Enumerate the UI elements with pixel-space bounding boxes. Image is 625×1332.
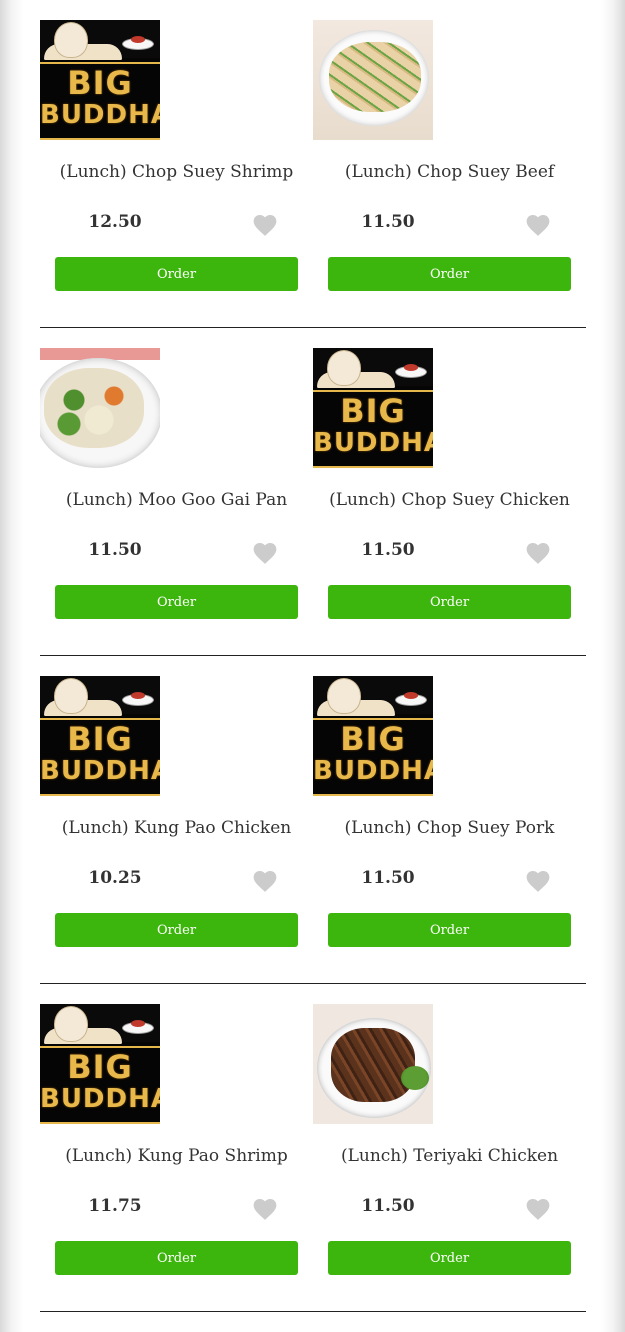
logo-text: BIG bbox=[340, 720, 406, 758]
item-image[interactable]: BIG BUDDHA bbox=[40, 20, 160, 140]
heart-icon[interactable] bbox=[525, 869, 551, 893]
heart-icon[interactable] bbox=[525, 541, 551, 565]
logo-text: BUDDHA bbox=[313, 428, 433, 458]
logo-text: BIG bbox=[340, 392, 406, 430]
order-button[interactable]: Order bbox=[328, 1241, 571, 1275]
item-price: 11.50 bbox=[361, 212, 415, 232]
menu-item-card: BIG BUDDHA (Lunch) Chop Suey Shrimp 12.5… bbox=[40, 20, 313, 310]
logo-text: BUDDHA bbox=[40, 100, 160, 130]
vegetable-chicken-photo bbox=[40, 348, 160, 468]
item-image[interactable] bbox=[313, 1004, 433, 1124]
heart-icon[interactable] bbox=[252, 541, 278, 565]
logo-text: BUDDHA bbox=[40, 1084, 160, 1114]
menu-item-card: (Lunch) Chop Suey Beef 11.50 Order bbox=[313, 20, 586, 310]
teriyaki-chicken-photo bbox=[313, 1004, 433, 1124]
heart-icon[interactable] bbox=[252, 1197, 278, 1221]
item-image[interactable]: BIG BUDDHA bbox=[40, 676, 160, 796]
heart-icon[interactable] bbox=[252, 869, 278, 893]
item-title[interactable]: (Lunch) Chop Suey Pork bbox=[313, 816, 586, 840]
item-title[interactable]: (Lunch) Kung Pao Chicken bbox=[40, 816, 313, 840]
menu-item-card: BIG BUDDHA (Lunch) Kung Pao Chicken 10.2… bbox=[40, 676, 313, 966]
item-price: 11.50 bbox=[88, 540, 142, 560]
item-price: 11.50 bbox=[361, 1196, 415, 1216]
big-buddha-logo: BIG BUDDHA bbox=[40, 1004, 160, 1124]
order-button[interactable]: Order bbox=[55, 257, 298, 291]
logo-text: BUDDHA bbox=[313, 756, 433, 786]
item-image[interactable] bbox=[40, 348, 160, 468]
item-title[interactable]: (Lunch) Kung Pao Shrimp bbox=[40, 1144, 313, 1168]
menu-row: BIG BUDDHA (Lunch) Kung Pao Shrimp 11.75… bbox=[40, 1004, 586, 1312]
item-title[interactable]: (Lunch) Chop Suey Chicken bbox=[313, 488, 586, 512]
order-button[interactable]: Order bbox=[328, 913, 571, 947]
logo-text: BIG bbox=[67, 1048, 133, 1086]
item-price: 10.25 bbox=[88, 868, 142, 888]
logo-text: BUDDHA bbox=[40, 756, 160, 786]
item-title[interactable]: (Lunch) Chop Suey Shrimp bbox=[40, 160, 313, 184]
order-button[interactable]: Order bbox=[55, 913, 298, 947]
logo-text: BIG bbox=[67, 64, 133, 102]
item-image[interactable]: BIG BUDDHA bbox=[313, 348, 433, 468]
item-title[interactable]: (Lunch) Chop Suey Beef bbox=[313, 160, 586, 184]
item-price: 11.50 bbox=[361, 868, 415, 888]
order-button[interactable]: Order bbox=[328, 257, 571, 291]
big-buddha-logo: BIG BUDDHA bbox=[313, 676, 433, 796]
big-buddha-logo: BIG BUDDHA bbox=[40, 676, 160, 796]
item-price: 12.50 bbox=[88, 212, 142, 232]
item-price: 11.75 bbox=[88, 1196, 142, 1216]
item-title[interactable]: (Lunch) Teriyaki Chicken bbox=[313, 1144, 586, 1168]
item-image[interactable]: BIG BUDDHA bbox=[313, 676, 433, 796]
menu-row: (Lunch) Moo Goo Gai Pan 11.50 Order BIG … bbox=[40, 348, 586, 656]
order-button[interactable]: Order bbox=[55, 585, 298, 619]
menu-row: BIG BUDDHA (Lunch) Chop Suey Shrimp 12.5… bbox=[40, 20, 586, 328]
menu-item-card: BIG BUDDHA (Lunch) Chop Suey Pork 11.50 … bbox=[313, 676, 586, 966]
order-button[interactable]: Order bbox=[55, 1241, 298, 1275]
item-image[interactable] bbox=[313, 20, 433, 140]
heart-icon[interactable] bbox=[525, 213, 551, 237]
noodles-photo bbox=[313, 20, 433, 140]
menu-item-card: (Lunch) Moo Goo Gai Pan 11.50 Order bbox=[40, 348, 313, 638]
order-button[interactable]: Order bbox=[328, 585, 571, 619]
item-price: 11.50 bbox=[361, 540, 415, 560]
big-buddha-logo: BIG BUDDHA bbox=[40, 20, 160, 140]
item-title[interactable]: (Lunch) Moo Goo Gai Pan bbox=[40, 488, 313, 512]
menu-item-card: (Lunch) Teriyaki Chicken 11.50 Order bbox=[313, 1004, 586, 1294]
heart-icon[interactable] bbox=[525, 1197, 551, 1221]
logo-text: BIG bbox=[67, 720, 133, 758]
item-image[interactable]: BIG BUDDHA bbox=[40, 1004, 160, 1124]
menu-item-card: BIG BUDDHA (Lunch) Chop Suey Chicken 11.… bbox=[313, 348, 586, 638]
menu-row: BIG BUDDHA (Lunch) Kung Pao Chicken 10.2… bbox=[40, 676, 586, 984]
menu-item-card: BIG BUDDHA (Lunch) Kung Pao Shrimp 11.75… bbox=[40, 1004, 313, 1294]
menu-grid: BIG BUDDHA (Lunch) Chop Suey Shrimp 12.5… bbox=[40, 20, 586, 1332]
big-buddha-logo: BIG BUDDHA bbox=[313, 348, 433, 468]
heart-icon[interactable] bbox=[252, 213, 278, 237]
